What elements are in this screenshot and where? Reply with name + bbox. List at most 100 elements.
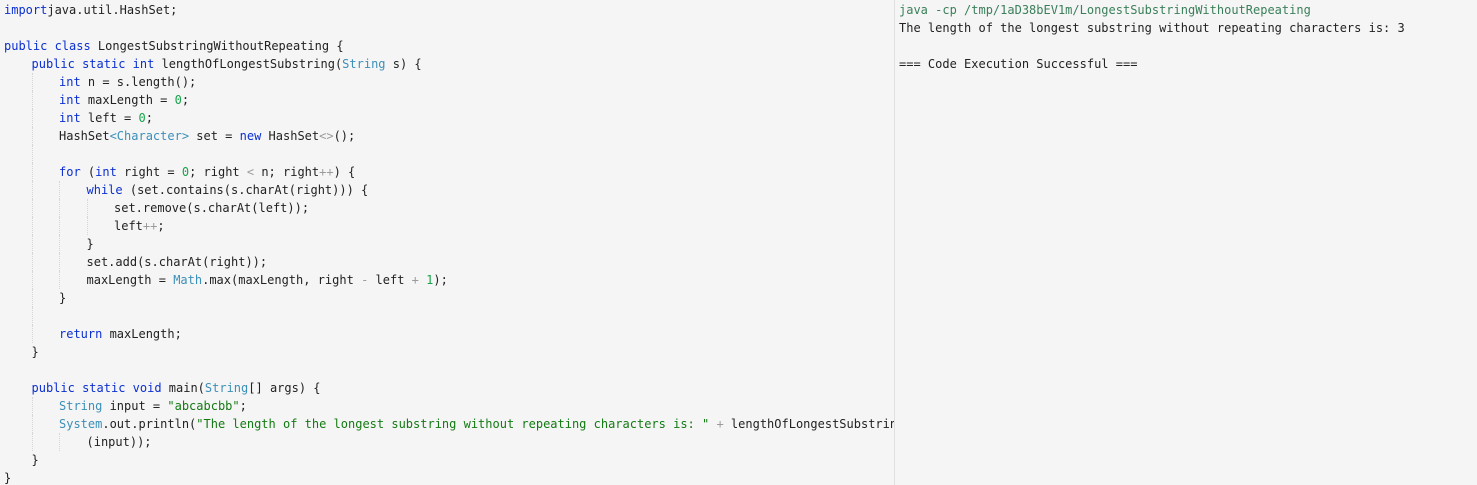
indent-guide: [4, 91, 32, 109]
code-token: (input));: [86, 435, 152, 449]
code-line[interactable]: int n = s.length();: [4, 73, 894, 91]
code-line[interactable]: System.out.println("The length of the lo…: [4, 415, 895, 433]
indent-guide: [4, 289, 32, 307]
code-line[interactable]: }: [4, 343, 894, 361]
code-editor[interactable]: importjava.util.HashSet; public class Lon…: [0, 0, 895, 485]
code-token: lengthOfLongestSubstring: [723, 417, 895, 431]
output-blank: [899, 37, 1405, 55]
indent-guide: [59, 181, 87, 199]
code-token: String: [342, 57, 386, 71]
code-token: ; right: [189, 165, 247, 179]
code-token: int: [95, 165, 125, 179]
code-line[interactable]: left++;: [4, 217, 894, 235]
code-line[interactable]: int left = 0;: [4, 109, 894, 127]
code-line[interactable]: public static int lengthOfLongestSubstri…: [4, 55, 894, 73]
code-token: "The length of the longest substring wit…: [196, 417, 710, 431]
indent-guide: [31, 415, 60, 433]
output-panel: java -cp /tmp/1aD38bEV1m/LongestSubstrin…: [895, 0, 1477, 485]
code-token: maxLength =: [86, 273, 174, 287]
code-token: new: [239, 129, 269, 143]
indent-guide: [4, 253, 32, 271]
code-line[interactable]: public class LongestSubstringWithoutRepe…: [4, 37, 894, 55]
code-token: Math: [173, 273, 203, 287]
output-lines: java -cp /tmp/1aD38bEV1m/LongestSubstrin…: [899, 1, 1405, 73]
code-line[interactable]: [4, 361, 894, 379]
code-token: <>: [319, 129, 334, 143]
indent-guide: [31, 289, 60, 307]
indent-guide: [31, 307, 60, 325]
code-token: <Character>: [109, 129, 190, 143]
indent-guide: [59, 433, 87, 451]
code-line[interactable]: }: [4, 235, 894, 253]
code-token: 0: [181, 165, 190, 179]
code-token: ) {: [333, 165, 356, 179]
code-line[interactable]: int maxLength = 0;: [4, 91, 894, 109]
code-token: String: [59, 399, 110, 413]
code-token: .out.println(: [102, 417, 197, 431]
code-token: left: [368, 273, 412, 287]
code-token: lengthOfLongestSubstring(: [161, 57, 343, 71]
code-token: LongestSubstringWithoutRepeating {: [97, 39, 344, 53]
code-token: +: [716, 417, 724, 431]
code-line[interactable]: }: [4, 469, 894, 485]
code-token: }: [4, 471, 12, 485]
code-token: return: [59, 327, 110, 341]
code-line[interactable]: for (int right = 0; right < n; right++) …: [4, 163, 894, 181]
indent-guide: [31, 73, 60, 91]
code-token: input =: [109, 399, 168, 413]
code-line[interactable]: while (set.contains(s.charAt(right))) {: [4, 181, 894, 199]
code-token: for: [59, 165, 88, 179]
code-line[interactable]: }: [4, 451, 894, 469]
code-line[interactable]: set.add(s.charAt(right));: [4, 253, 894, 271]
indent-guide: [4, 325, 32, 343]
code-line[interactable]: }: [4, 289, 894, 307]
indent-guide: [31, 127, 60, 145]
indent-guide: [4, 55, 32, 73]
code-token: n = s.length();: [87, 75, 197, 89]
code-line[interactable]: [4, 145, 894, 163]
code-token: java.util.HashSet;: [47, 3, 178, 17]
code-token: ++: [142, 219, 158, 233]
code-line[interactable]: public static void main(String[] args) {: [4, 379, 894, 397]
code-token: (set.contains(s.charAt(right))) {: [129, 183, 369, 197]
indent-guide: [4, 415, 32, 433]
code-line[interactable]: (input));: [4, 433, 894, 451]
code-line[interactable]: HashSet<Character> set = new HashSet<>()…: [4, 127, 894, 145]
app: importjava.util.HashSet; public class Lon…: [0, 0, 1477, 485]
code-line[interactable]: importjava.util.HashSet;: [4, 1, 894, 19]
indent-guide: [86, 199, 115, 217]
code-line[interactable]: String input = "abcabcbb";: [4, 397, 894, 415]
code-lines[interactable]: importjava.util.HashSet; public class Lon…: [4, 1, 895, 485]
indent-guide: [4, 163, 32, 181]
code-token: ;: [145, 111, 153, 125]
indent-guide: [4, 109, 32, 127]
indent-guide: [31, 199, 60, 217]
code-line[interactable]: return maxLength;: [4, 325, 894, 343]
indent-guide: [31, 253, 60, 271]
code-token: n; right: [254, 165, 320, 179]
indent-guide: [31, 235, 60, 253]
indent-guide: [31, 163, 60, 181]
code-line[interactable]: [4, 307, 894, 325]
code-token: ();: [333, 129, 356, 143]
indent-guide: [86, 217, 115, 235]
indent-guide: [4, 379, 32, 397]
code-line[interactable]: [4, 19, 894, 37]
code-token: public static void: [31, 381, 169, 395]
indent-guide: [4, 343, 32, 361]
indent-guide: [31, 397, 60, 415]
code-token: }: [31, 453, 39, 467]
code-token: }: [31, 345, 39, 359]
indent-guide: [4, 433, 32, 451]
indent-guide: [31, 271, 60, 289]
code-token: left =: [87, 111, 139, 125]
code-line[interactable]: set.remove(s.charAt(left));: [4, 199, 894, 217]
code-token: set =: [189, 129, 240, 143]
indent-guide: [4, 361, 32, 379]
code-token: int: [59, 93, 88, 107]
code-token: +: [411, 273, 419, 287]
code-token: .max(maxLength, right: [202, 273, 362, 287]
code-token: }: [86, 237, 94, 251]
code-token: String: [204, 381, 249, 395]
code-line[interactable]: maxLength = Math.max(maxLength, right - …: [4, 271, 894, 289]
